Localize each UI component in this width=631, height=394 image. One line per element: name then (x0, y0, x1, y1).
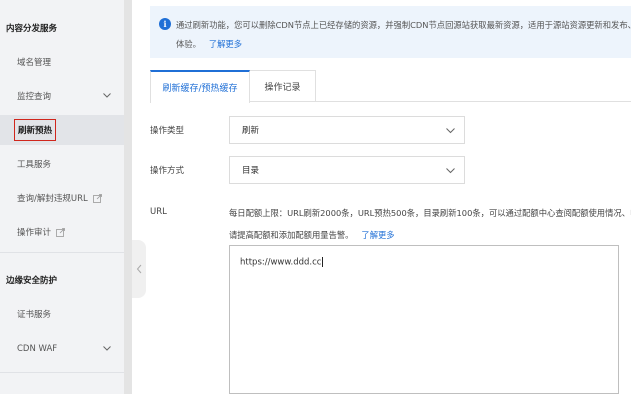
sidebar-item-cdn-waf[interactable]: CDN WAF (0, 334, 124, 364)
info-notice: i 通过刷新功能，您可以删除CDN节点上已经存储的资源，并强制CDN节点回源站获… (150, 6, 631, 58)
sidebar-item-label: 证书服务 (17, 310, 52, 320)
tab-bar: 刷新缓存/预热缓存 操作记录 (150, 70, 631, 103)
sidebar-collapse-handle[interactable] (132, 240, 146, 298)
tab-refresh-preload-cache[interactable]: 刷新缓存/预热缓存 (150, 70, 250, 103)
sidebar-item-monitoring[interactable]: 监控查询 (0, 81, 124, 111)
sidebar-item-refresh-preload[interactable]: 刷新预热 (0, 115, 124, 145)
sidebar-item-label: 工具服务 (17, 160, 52, 170)
sidebar-section-content-delivery: 内容分发服务 (6, 24, 58, 34)
sidebar-item-domain-management[interactable]: 域名管理 (0, 47, 124, 77)
sidebar-item-operation-audit[interactable]: 操作审计 (0, 217, 124, 247)
op-type-value: 刷新 (242, 126, 260, 136)
sidebar-item-label: 域名管理 (17, 58, 52, 68)
url-textarea[interactable]: https://www.ddd.cc (229, 245, 619, 394)
quota-learn-more-link[interactable]: 了解更多 (361, 230, 394, 240)
quota-hint-line2: 请提高配额和添加配额用量告警。 了解更多 (229, 224, 631, 246)
op-method-select[interactable]: 目录 (229, 156, 465, 184)
sidebar-gutter (124, 0, 132, 394)
notice-text-line2: 体验。 了解更多 (176, 35, 631, 54)
notice-text: 体验。 (176, 39, 201, 49)
sidebar-section-edge-security: 边缘安全防护 (6, 276, 58, 286)
sidebar-item-tool-services[interactable]: 工具服务 (0, 149, 124, 179)
chevron-left-icon (136, 264, 142, 274)
sidebar-item-violation-url[interactable]: 查询/解封违规URL (0, 183, 124, 213)
sidebar-item-label: 刷新预热 (14, 119, 57, 141)
quota-hint-text: 请提高配额和添加配额用量告警。 (229, 230, 354, 240)
sidebar-divider (0, 252, 124, 253)
notice-text-line1: 通过刷新功能，您可以删除CDN节点上已经存储的资源，并强制CDN节点回源站获取最… (176, 20, 631, 30)
sidebar: 内容分发服务 域名管理 监控查询 刷新预热 工具服务 查询/解封违规URL 操作… (0, 0, 124, 394)
external-link-icon (92, 193, 102, 203)
quota-hint-line1: 每日配额上限：URL刷新2000条，URL预热500条，目录刷新100条，可以通… (229, 208, 631, 218)
sidebar-item-certificate-service[interactable]: 证书服务 (0, 299, 124, 329)
sidebar-item-label: 监控查询 (17, 92, 52, 102)
chevron-down-icon (103, 93, 111, 98)
chevron-down-icon (446, 168, 455, 174)
sidebar-item-label: CDN WAF (17, 344, 58, 354)
chevron-down-icon (103, 346, 111, 351)
sidebar-divider (0, 372, 124, 373)
chevron-down-icon (446, 128, 455, 134)
notice-learn-more-link[interactable]: 了解更多 (209, 39, 242, 49)
sidebar-item-label: 操作审计 (17, 228, 52, 238)
quota-hint: 每日配额上限：URL刷新2000条，URL预热500条，目录刷新100条，可以通… (229, 202, 631, 246)
op-method-label: 操作方式 (150, 166, 185, 176)
info-icon: i (159, 18, 171, 30)
op-type-select[interactable]: 刷新 (229, 116, 465, 144)
external-link-icon (56, 227, 65, 237)
tab-operation-records[interactable]: 操作记录 (250, 70, 316, 102)
url-label: URL (150, 207, 167, 217)
url-textarea-value: https://www.ddd.cc (240, 257, 322, 268)
sidebar-item-label: 查询/解封违规URL (17, 194, 88, 204)
op-method-value: 目录 (242, 166, 260, 176)
op-type-label: 操作类型 (150, 126, 185, 136)
text-caret (322, 257, 324, 267)
